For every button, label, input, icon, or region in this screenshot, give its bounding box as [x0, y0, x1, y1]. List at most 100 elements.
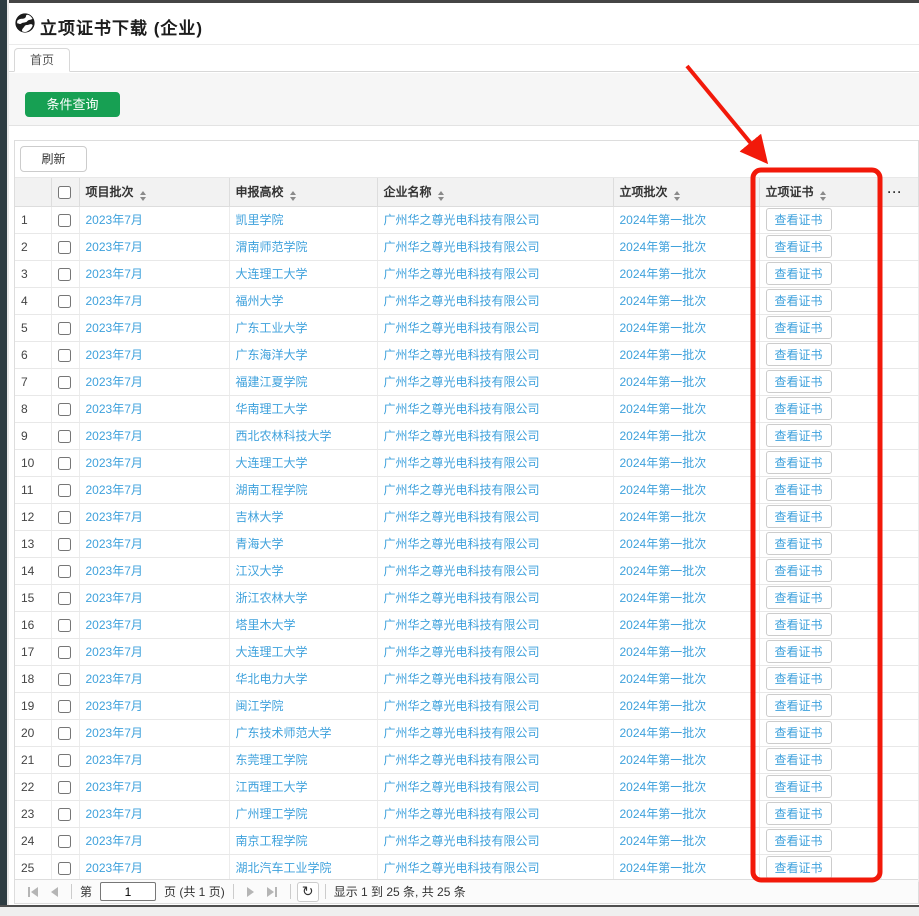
cell-approval-batch[interactable]: 2024年第一批次	[613, 638, 759, 665]
cell-project-batch[interactable]: 2023年7月	[79, 395, 229, 422]
table-row[interactable]: 25 2023年7月 湖北汽车工业学院 广州华之尊光电科技有限公司 2024年第…	[15, 854, 919, 881]
cell-company[interactable]: 广州华之尊光电科技有限公司	[377, 827, 613, 854]
cell-company[interactable]: 广州华之尊光电科技有限公司	[377, 746, 613, 773]
row-checkbox[interactable]	[58, 538, 71, 551]
row-checkbox[interactable]	[58, 322, 71, 335]
cell-project-batch[interactable]: 2023年7月	[79, 719, 229, 746]
row-checkbox[interactable]	[58, 673, 71, 686]
row-checkbox[interactable]	[58, 619, 71, 632]
table-row[interactable]: 7 2023年7月 福建江夏学院 广州华之尊光电科技有限公司 2024年第一批次…	[15, 368, 919, 395]
sort-icon[interactable]	[140, 191, 146, 201]
cell-project-batch[interactable]: 2023年7月	[79, 287, 229, 314]
cell-project-batch[interactable]: 2023年7月	[79, 260, 229, 287]
row-checkbox[interactable]	[58, 700, 71, 713]
tab-home[interactable]: 首页	[14, 48, 70, 72]
cell-company[interactable]: 广州华之尊光电科技有限公司	[377, 422, 613, 449]
row-checkbox[interactable]	[58, 376, 71, 389]
view-cert-button[interactable]: 查看证书	[766, 667, 832, 690]
view-cert-button[interactable]: 查看证书	[766, 802, 832, 825]
view-cert-button[interactable]: 查看证书	[766, 451, 832, 474]
cell-approval-batch[interactable]: 2024年第一批次	[613, 341, 759, 368]
select-all-checkbox[interactable]	[58, 186, 71, 199]
cell-approval-batch[interactable]: 2024年第一批次	[613, 314, 759, 341]
cell-university[interactable]: 广东技术师范大学	[229, 719, 377, 746]
view-cert-button[interactable]: 查看证书	[766, 829, 832, 852]
pager-refresh-button[interactable]: ↻	[297, 882, 319, 902]
cell-university[interactable]: 福州大学	[229, 287, 377, 314]
table-row[interactable]: 11 2023年7月 湖南工程学院 广州华之尊光电科技有限公司 2024年第一批…	[15, 476, 919, 503]
cell-approval-batch[interactable]: 2024年第一批次	[613, 611, 759, 638]
view-cert-button[interactable]: 查看证书	[766, 856, 832, 879]
header-project-batch[interactable]: 项目批次	[79, 178, 229, 206]
view-cert-button[interactable]: 查看证书	[766, 397, 832, 420]
table-row[interactable]: 10 2023年7月 大连理工大学 广州华之尊光电科技有限公司 2024年第一批…	[15, 449, 919, 476]
view-cert-button[interactable]: 查看证书	[766, 235, 832, 258]
cell-project-batch[interactable]: 2023年7月	[79, 503, 229, 530]
cell-company[interactable]: 广州华之尊光电科技有限公司	[377, 773, 613, 800]
cell-company[interactable]: 广州华之尊光电科技有限公司	[377, 233, 613, 260]
view-cert-button[interactable]: 查看证书	[766, 613, 832, 636]
row-checkbox[interactable]	[58, 835, 71, 848]
table-row[interactable]: 18 2023年7月 华北电力大学 广州华之尊光电科技有限公司 2024年第一批…	[15, 665, 919, 692]
cell-approval-batch[interactable]: 2024年第一批次	[613, 287, 759, 314]
row-checkbox[interactable]	[58, 808, 71, 821]
cell-company[interactable]: 广州华之尊光电科技有限公司	[377, 584, 613, 611]
cell-university[interactable]: 广州理工学院	[229, 800, 377, 827]
table-row[interactable]: 9 2023年7月 西北农林科技大学 广州华之尊光电科技有限公司 2024年第一…	[15, 422, 919, 449]
row-checkbox[interactable]	[58, 430, 71, 443]
cell-university[interactable]: 广东工业大学	[229, 314, 377, 341]
cell-university[interactable]: 渭南师范学院	[229, 233, 377, 260]
table-row[interactable]: 2 2023年7月 渭南师范学院 广州华之尊光电科技有限公司 2024年第一批次…	[15, 233, 919, 260]
cell-university[interactable]: 湖南工程学院	[229, 476, 377, 503]
cell-project-batch[interactable]: 2023年7月	[79, 773, 229, 800]
view-cert-button[interactable]: 查看证书	[766, 208, 832, 231]
cell-university[interactable]: 福建江夏学院	[229, 368, 377, 395]
cell-company[interactable]: 广州华之尊光电科技有限公司	[377, 854, 613, 881]
cell-approval-batch[interactable]: 2024年第一批次	[613, 503, 759, 530]
table-row[interactable]: 19 2023年7月 闽江学院 广州华之尊光电科技有限公司 2024年第一批次 …	[15, 692, 919, 719]
cell-project-batch[interactable]: 2023年7月	[79, 449, 229, 476]
cell-university[interactable]: 青海大学	[229, 530, 377, 557]
cell-project-batch[interactable]: 2023年7月	[79, 854, 229, 881]
cell-approval-batch[interactable]: 2024年第一批次	[613, 260, 759, 287]
cell-approval-batch[interactable]: 2024年第一批次	[613, 719, 759, 746]
view-cert-button[interactable]: 查看证书	[766, 343, 832, 366]
cell-approval-batch[interactable]: 2024年第一批次	[613, 557, 759, 584]
cell-project-batch[interactable]: 2023年7月	[79, 692, 229, 719]
cell-company[interactable]: 广州华之尊光电科技有限公司	[377, 341, 613, 368]
cell-project-batch[interactable]: 2023年7月	[79, 584, 229, 611]
table-row[interactable]: 14 2023年7月 江汉大学 广州华之尊光电科技有限公司 2024年第一批次 …	[15, 557, 919, 584]
first-page-button[interactable]	[21, 882, 43, 902]
table-row[interactable]: 8 2023年7月 华南理工大学 广州华之尊光电科技有限公司 2024年第一批次…	[15, 395, 919, 422]
view-cert-button[interactable]: 查看证书	[766, 532, 832, 555]
view-cert-button[interactable]: 查看证书	[766, 262, 832, 285]
table-row[interactable]: 20 2023年7月 广东技术师范大学 广州华之尊光电科技有限公司 2024年第…	[15, 719, 919, 746]
row-checkbox[interactable]	[58, 511, 71, 524]
cell-project-batch[interactable]: 2023年7月	[79, 530, 229, 557]
cell-approval-batch[interactable]: 2024年第一批次	[613, 746, 759, 773]
last-page-button[interactable]	[262, 882, 284, 902]
cell-university[interactable]: 湖北汽车工业学院	[229, 854, 377, 881]
table-row[interactable]: 1 2023年7月 凯里学院 广州华之尊光电科技有限公司 2024年第一批次 查…	[15, 206, 919, 233]
cell-approval-batch[interactable]: 2024年第一批次	[613, 800, 759, 827]
cell-project-batch[interactable]: 2023年7月	[79, 611, 229, 638]
cell-project-batch[interactable]: 2023年7月	[79, 422, 229, 449]
table-row[interactable]: 22 2023年7月 江西理工大学 广州华之尊光电科技有限公司 2024年第一批…	[15, 773, 919, 800]
cell-approval-batch[interactable]: 2024年第一批次	[613, 476, 759, 503]
table-row[interactable]: 6 2023年7月 广东海洋大学 广州华之尊光电科技有限公司 2024年第一批次…	[15, 341, 919, 368]
cell-company[interactable]: 广州华之尊光电科技有限公司	[377, 395, 613, 422]
query-button[interactable]: 条件查询	[25, 92, 120, 117]
next-page-button[interactable]	[240, 882, 262, 902]
cell-university[interactable]: 闽江学院	[229, 692, 377, 719]
cell-project-batch[interactable]: 2023年7月	[79, 665, 229, 692]
row-checkbox[interactable]	[58, 295, 71, 308]
view-cert-button[interactable]: 查看证书	[766, 721, 832, 744]
cell-approval-batch[interactable]: 2024年第一批次	[613, 206, 759, 233]
view-cert-button[interactable]: 查看证书	[766, 370, 832, 393]
cell-university[interactable]: 吉林大学	[229, 503, 377, 530]
header-company[interactable]: 企业名称	[377, 178, 613, 206]
view-cert-button[interactable]: 查看证书	[766, 316, 832, 339]
view-cert-button[interactable]: 查看证书	[766, 505, 832, 528]
refresh-button[interactable]: 刷新	[20, 146, 87, 172]
view-cert-button[interactable]: 查看证书	[766, 559, 832, 582]
